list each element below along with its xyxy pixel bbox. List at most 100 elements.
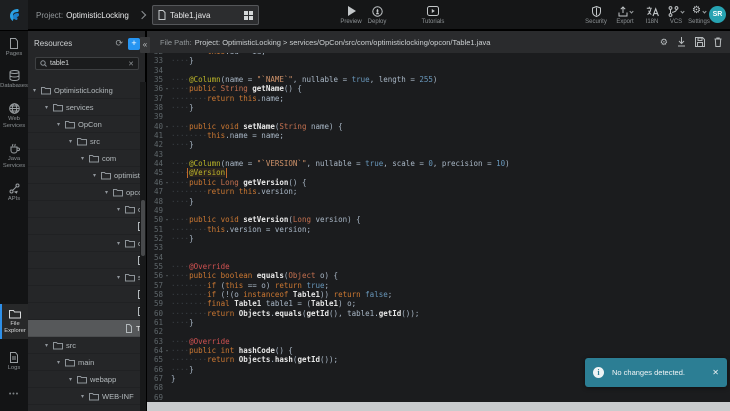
vcs-branch-icon: [668, 6, 679, 17]
tree-item-opcon[interactable]: ▾opcon: [28, 184, 140, 201]
tree-item-controller[interactable]: ▾controller: [28, 201, 140, 218]
fold-marker: [163, 374, 171, 383]
caret-down-icon[interactable]: ▾: [117, 274, 125, 281]
tree-item-web-inf[interactable]: ▾WEB-INF: [28, 388, 140, 405]
search-input[interactable]: table1: [50, 60, 128, 67]
layout-grid-icon[interactable]: [244, 11, 253, 20]
tree-item-t[interactable]: T: [28, 252, 140, 269]
line-number: 36: [147, 84, 163, 93]
tree-scrollbar-thumb[interactable]: [141, 200, 145, 256]
code-text: ········return Objects.equals(getId(), t…: [171, 309, 730, 318]
caret-down-icon[interactable]: ▾: [69, 376, 77, 383]
refresh-icon[interactable]: ⟳: [115, 38, 123, 49]
code-text: [171, 112, 730, 121]
line-number: 33: [147, 56, 163, 65]
sidebar-item-pages[interactable]: Pages: [0, 38, 28, 58]
save-icon[interactable]: [695, 37, 705, 47]
fold-marker[interactable]: -: [163, 84, 171, 93]
caret-down-icon[interactable]: ▾: [57, 121, 65, 128]
java-services-cup-icon: [9, 143, 20, 154]
fold-marker: [163, 112, 171, 121]
deploy-button[interactable]: Deploy: [362, 5, 392, 25]
resources-title: Resources: [34, 39, 115, 48]
code-line: 37········return this.name;: [147, 94, 730, 103]
apis-icon: [9, 183, 20, 194]
caret-down-icon[interactable]: ▾: [105, 189, 113, 196]
editor-settings-gear-icon[interactable]: ⚙: [660, 37, 668, 47]
caret-down-icon[interactable]: ▾: [117, 240, 125, 247]
fold-marker[interactable]: -: [163, 215, 171, 224]
security-button[interactable]: Security: [581, 5, 611, 25]
tree-item-services[interactable]: ▾services: [28, 99, 140, 116]
preview-play-icon: [347, 6, 356, 16]
caret-down-icon[interactable]: ▾: [81, 155, 89, 162]
tree-item-src[interactable]: ▾src: [28, 337, 140, 354]
export-button[interactable]: Export: [610, 5, 640, 25]
tree-item-label: com: [102, 154, 116, 163]
line-number: 51: [147, 225, 163, 234]
sidebar-item-java-services[interactable]: Java Services: [0, 143, 28, 169]
tab-table1-java[interactable]: Table1.java: [152, 5, 259, 25]
tutorials-button[interactable]: Tutorials: [418, 5, 448, 25]
code-line: 52····}: [147, 234, 730, 243]
caret-down-icon[interactable]: ▾: [69, 138, 77, 145]
caret-down-icon[interactable]: ▾: [33, 87, 41, 94]
tree-item-com[interactable]: ▾ com: [28, 150, 140, 167]
fold-marker[interactable]: -: [163, 346, 171, 355]
fold-marker[interactable]: -: [163, 178, 171, 187]
fold-marker: [163, 225, 171, 234]
fold-marker: [163, 168, 171, 177]
line-number: 38: [147, 103, 163, 112]
tree-item-label: optimisticlocking: [114, 171, 140, 180]
clear-search-icon[interactable]: ✕: [128, 60, 134, 68]
line-number: 57: [147, 281, 163, 290]
add-resource-button[interactable]: +: [128, 38, 140, 50]
tree-item-t[interactable]: T: [28, 303, 140, 320]
folder-icon: [53, 341, 63, 350]
tree-scrollbar[interactable]: [140, 82, 146, 411]
app-logo[interactable]: [0, 0, 28, 30]
caret-down-icon[interactable]: ▾: [45, 342, 53, 349]
sidebar-item-apis[interactable]: APIs: [0, 183, 28, 203]
line-number: 67: [147, 374, 163, 383]
collapse-panel-button[interactable]: «: [140, 37, 150, 53]
fold-marker[interactable]: -: [163, 271, 171, 280]
tree-item-src[interactable]: ▾src: [28, 133, 140, 150]
editor-horizontal-scrollbar[interactable]: [147, 402, 730, 411]
caret-down-icon[interactable]: ▾: [81, 393, 89, 400]
folder-icon: [125, 205, 135, 214]
resource-search[interactable]: table1 ✕: [35, 57, 139, 70]
code-text: ········final Table1 table1 = (Table1) o…: [171, 299, 730, 308]
toast-close-icon[interactable]: ✕: [712, 368, 719, 377]
sidebar-item-logs[interactable]: Logs: [0, 352, 28, 372]
tree-item-table1-java[interactable]: Table1.java: [28, 320, 140, 337]
tree-item-webapp[interactable]: ▾webapp: [28, 371, 140, 388]
code-editor[interactable]: 32········this.id = id;33····}3435····@C…: [147, 53, 730, 402]
code-text: [171, 150, 730, 159]
fold-marker: [163, 234, 171, 243]
tree-item-main[interactable]: ▾main: [28, 354, 140, 371]
line-number: 37: [147, 94, 163, 103]
tree-item-optimisticlocking[interactable]: ▾ optimisticlocking: [28, 167, 140, 184]
caret-down-icon[interactable]: ▾: [57, 359, 65, 366]
tree-item-service[interactable]: ▾service: [28, 269, 140, 286]
fold-marker[interactable]: -: [163, 122, 171, 131]
caret-down-icon[interactable]: ▾: [45, 104, 53, 111]
tree-item-optimisticlocking[interactable]: ▾OptimisticLocking: [28, 82, 140, 99]
code-text: ····}: [171, 318, 730, 327]
code-text: ····}: [171, 140, 730, 149]
delete-trash-icon[interactable]: [714, 37, 722, 47]
tree-item-opcon[interactable]: ▾OpCon: [28, 116, 140, 133]
tree-item-t[interactable]: T: [28, 286, 140, 303]
sidebar-item-file-explorer[interactable]: File Explorer: [0, 304, 28, 339]
sidebar-item-web-services[interactable]: Web Services: [0, 103, 28, 129]
tree-item-dao[interactable]: ▾dao: [28, 235, 140, 252]
caret-down-icon[interactable]: ▾: [117, 206, 125, 213]
avatar[interactable]: SR: [709, 6, 726, 23]
caret-down-icon[interactable]: ▾: [93, 172, 101, 179]
line-number: 69: [147, 393, 163, 402]
download-icon[interactable]: [677, 37, 686, 47]
more-options-button[interactable]: •••: [0, 391, 28, 398]
sidebar-item-databases[interactable]: Databases: [0, 70, 28, 90]
tree-item-t[interactable]: T: [28, 218, 140, 235]
